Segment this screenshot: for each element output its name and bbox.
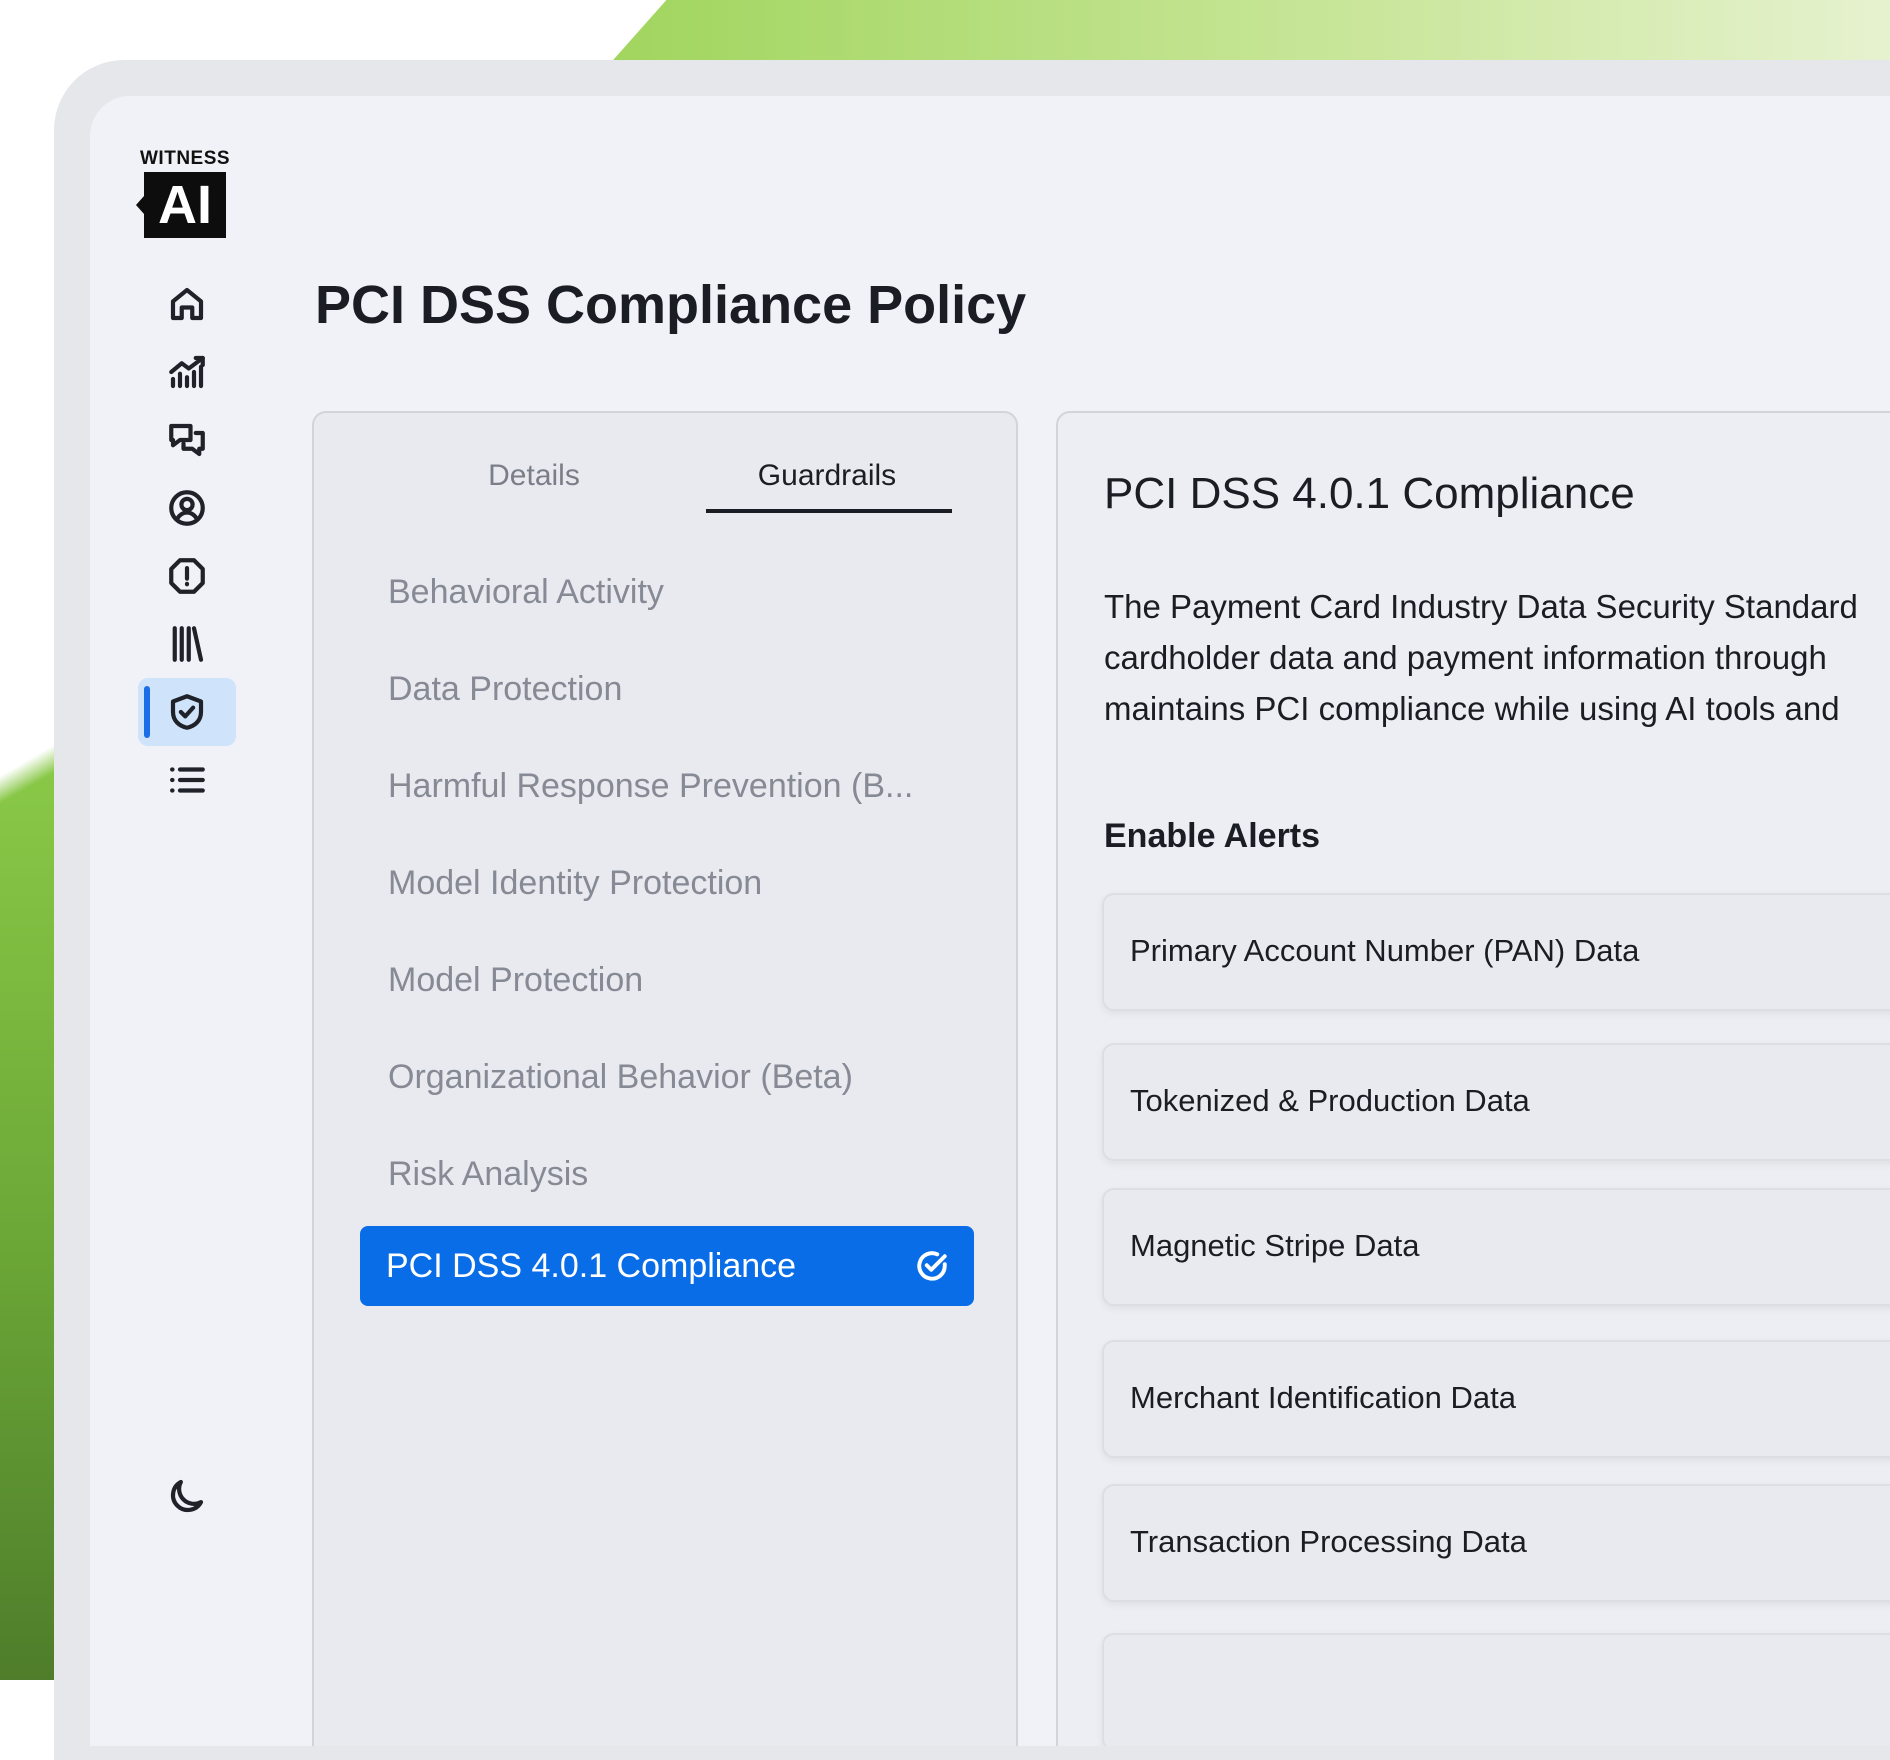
- alert-label: Merchant Identification Data: [1130, 1380, 1516, 1415]
- shield-check-icon: [170, 694, 204, 730]
- alert-label: Primary Account Number (PAN) Data: [1130, 933, 1640, 968]
- guardrail-item[interactable]: Model Identity Protection: [388, 864, 762, 903]
- sidebar-item-policies[interactable]: [138, 678, 236, 746]
- tab-guardrails[interactable]: Guardrails: [704, 459, 950, 493]
- alert-card-magnetic-stripe[interactable]: Magnetic Stripe Data: [1102, 1188, 1890, 1306]
- chat-bubbles-icon: [169, 423, 205, 457]
- brand-logo: WITNESS AI: [136, 148, 231, 238]
- page-title: PCI DSS Compliance Policy: [315, 275, 1027, 335]
- guardrail-item[interactable]: Organizational Behavior (Beta): [388, 1058, 853, 1097]
- app-window: WITNESS AI PCI DSS Compliance Policy Det…: [90, 96, 1890, 1746]
- list-icon: [170, 767, 205, 793]
- guardrail-item-selected[interactable]: PCI DSS 4.0.1 Compliance: [360, 1226, 974, 1306]
- library-icon: [172, 626, 204, 662]
- detail-description-line: cardholder data and payment information …: [1104, 639, 1827, 676]
- guardrail-item[interactable]: Data Protection: [388, 670, 622, 709]
- alert-label: Tokenized & Production Data: [1130, 1083, 1530, 1118]
- detail-description: The Payment Card Industry Data Security …: [1104, 581, 1890, 734]
- enable-alerts-heading: Enable Alerts: [1104, 817, 1321, 855]
- alert-card-transaction[interactable]: Transaction Processing Data: [1102, 1484, 1890, 1602]
- alert-card-tokenized[interactable]: Tokenized & Production Data: [1102, 1043, 1890, 1161]
- home-icon: [170, 287, 204, 321]
- alert-card-partial[interactable]: [1102, 1633, 1890, 1746]
- sidebar-item-analytics[interactable]: [138, 338, 236, 406]
- sidebar-item-users[interactable]: [138, 474, 236, 542]
- tab-details[interactable]: Details: [434, 459, 634, 493]
- detail-description-line: The Payment Card Industry Data Security …: [1104, 588, 1858, 625]
- guardrail-item[interactable]: Risk Analysis: [388, 1155, 588, 1194]
- guardrail-item[interactable]: Behavioral Activity: [388, 573, 664, 612]
- guardrail-selected-label: PCI DSS 4.0.1 Compliance: [386, 1246, 797, 1285]
- sidebar-item-home[interactable]: [138, 270, 236, 338]
- sidebar-item-conversations[interactable]: [138, 406, 236, 474]
- alert-label: Magnetic Stripe Data: [1130, 1228, 1420, 1263]
- alert-card-merchant[interactable]: Merchant Identification Data: [1102, 1340, 1890, 1458]
- check-circle-icon: [914, 1248, 950, 1284]
- sidebar-item-list[interactable]: [138, 746, 236, 814]
- brand-logo-top: WITNESS: [140, 148, 231, 169]
- tab-active-indicator: [706, 509, 952, 513]
- alert-card-pan[interactable]: Primary Account Number (PAN) Data: [1102, 893, 1890, 1011]
- tab-bar: Details Guardrails: [314, 413, 1016, 513]
- guardrail-item[interactable]: Model Protection: [388, 961, 643, 1000]
- detail-title: PCI DSS 4.0.1 Compliance: [1104, 469, 1635, 518]
- theme-toggle[interactable]: [138, 1462, 236, 1530]
- moon-icon: [170, 1479, 204, 1513]
- guardrails-panel: Details Guardrails Behavioral Activity D…: [312, 411, 1018, 1746]
- brand-logo-mark: AI: [136, 172, 226, 238]
- alert-label: Transaction Processing Data: [1130, 1524, 1527, 1559]
- guardrail-detail-panel: PCI DSS 4.0.1 Compliance The Payment Car…: [1056, 411, 1890, 1746]
- alert-octagon-icon: [169, 558, 205, 594]
- sidebar-item-library[interactable]: [138, 610, 236, 678]
- sidebar-item-alerts[interactable]: [138, 542, 236, 610]
- analytics-chart-icon: [169, 355, 205, 389]
- user-circle-icon: [169, 490, 205, 526]
- guardrail-item[interactable]: Harmful Response Prevention (B...: [388, 767, 913, 806]
- detail-description-line: maintains PCI compliance while using AI …: [1104, 690, 1840, 727]
